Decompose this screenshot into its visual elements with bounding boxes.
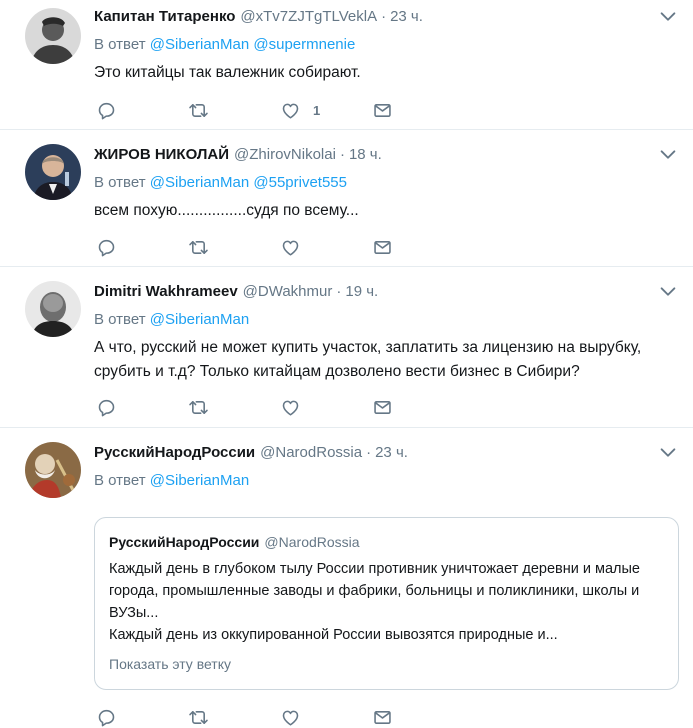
reply-button[interactable] — [96, 236, 188, 258]
retweet-icon — [188, 100, 209, 121]
reply-button[interactable] — [96, 99, 188, 121]
reply-button[interactable] — [96, 396, 188, 418]
tweet[interactable]: РусскийНародРоссии @NarodRossia · 23 ч. … — [0, 428, 693, 727]
retweet-icon — [188, 707, 209, 728]
tweet[interactable]: Капитан Титаренко @xTv7ZJTgTLVeklA · 23 … — [0, 0, 693, 130]
mention-link[interactable]: @SiberianMan — [150, 472, 249, 489]
chevron-down-icon[interactable] — [657, 146, 679, 164]
envelope-icon — [372, 237, 393, 258]
chevron-down-icon[interactable] — [657, 8, 679, 26]
mention-link[interactable]: @SiberianMan — [150, 36, 249, 53]
separator-dot: · — [336, 283, 342, 300]
timestamp[interactable]: 23 ч. — [390, 8, 423, 25]
reply-prefix: В ответ — [94, 36, 146, 53]
avatar[interactable] — [25, 281, 81, 337]
show-thread-link[interactable]: Показать эту ветку — [109, 656, 664, 672]
separator-dot: · — [366, 444, 372, 461]
like-button[interactable] — [280, 706, 372, 728]
separator-dot: · — [339, 146, 345, 163]
display-name[interactable]: РусскийНародРоссии — [94, 444, 255, 461]
dm-button[interactable] — [372, 236, 464, 258]
avatar[interactable] — [25, 442, 81, 498]
envelope-icon — [372, 707, 393, 728]
heart-icon — [280, 707, 301, 728]
tweet-text: всем похую................судя по всему.… — [94, 202, 359, 219]
chevron-down-icon[interactable] — [657, 444, 679, 462]
reply-icon — [96, 237, 117, 258]
retweet-button[interactable] — [188, 396, 280, 418]
reply-icon — [96, 397, 117, 418]
tweet-text: Это китайцы так валежник собирают. — [94, 64, 361, 81]
like-button[interactable] — [280, 396, 372, 418]
chevron-down-icon[interactable] — [657, 283, 679, 301]
tweet[interactable]: ЖИРОВ НИКОЛАЙ @ZhirovNikolai · 18 ч. В о… — [0, 130, 693, 267]
tweet-header: Dimitri Wakhrameev @DWakhmur · 19 ч. — [94, 283, 681, 303]
tweet-actions — [96, 706, 464, 728]
reply-button[interactable] — [96, 706, 188, 728]
like-button[interactable] — [280, 236, 372, 258]
like-count: 1 — [313, 102, 321, 118]
mention-link[interactable]: @SiberianMan — [150, 311, 249, 328]
separator-dot: · — [381, 8, 387, 25]
mention-link[interactable]: @supermnenie — [253, 36, 355, 53]
mention-link[interactable]: @55privet555 — [253, 174, 347, 191]
retweet-button[interactable] — [188, 236, 280, 258]
tweet-actions — [96, 396, 464, 418]
quoted-tweet[interactable]: РусскийНародРоссии @NarodRossia Каждый д… — [94, 517, 679, 690]
display-name[interactable]: Капитан Титаренко — [94, 8, 235, 25]
like-button[interactable]: 1 — [280, 99, 372, 121]
user-handle[interactable]: @xTv7ZJTgTLVeklA — [240, 8, 377, 25]
user-handle[interactable]: @ZhirovNikolai — [234, 146, 336, 163]
timestamp[interactable]: 19 ч. — [345, 283, 378, 300]
reply-prefix: В ответ — [94, 472, 146, 489]
timestamp[interactable]: 23 ч. — [375, 444, 408, 461]
quoted-text-paragraph: Каждый день в глубоком тылу России проти… — [109, 561, 640, 621]
timestamp[interactable]: 18 ч. — [349, 146, 382, 163]
heart-icon — [280, 100, 301, 121]
reply-context: В ответ @SiberianMan — [94, 311, 681, 328]
avatar[interactable] — [25, 8, 81, 64]
tweet-header: ЖИРОВ НИКОЛАЙ @ZhirovNikolai · 18 ч. — [94, 146, 681, 166]
reply-icon — [96, 707, 117, 728]
reply-icon — [96, 100, 117, 121]
quoted-user-handle[interactable]: @NarodRossia — [264, 534, 359, 550]
tweet-header: РусскийНародРоссии @NarodRossia · 23 ч. — [94, 444, 681, 464]
retweet-icon — [188, 397, 209, 418]
heart-icon — [280, 237, 301, 258]
reply-context: В ответ @SiberianMan @supermnenie — [94, 36, 681, 53]
reply-context: В ответ @SiberianMan — [94, 472, 681, 489]
heart-icon — [280, 397, 301, 418]
tweet-actions — [96, 236, 464, 258]
user-handle[interactable]: @DWakhmur — [243, 283, 333, 300]
quoted-text-paragraph: Каждый день из оккупированной России выв… — [109, 627, 558, 643]
user-handle[interactable]: @NarodRossia — [260, 444, 362, 461]
tweet-text: А что, русский не может купить участок, … — [94, 339, 642, 380]
dm-button[interactable] — [372, 396, 464, 418]
tweet-actions: 1 — [96, 99, 464, 121]
retweet-icon — [188, 237, 209, 258]
reply-prefix: В ответ — [94, 311, 146, 328]
retweet-button[interactable] — [188, 706, 280, 728]
reply-prefix: В ответ — [94, 174, 146, 191]
tweet-header: Капитан Титаренко @xTv7ZJTgTLVeklA · 23 … — [94, 8, 681, 28]
tweet[interactable]: Dimitri Wakhrameev @DWakhmur · 19 ч. В о… — [0, 267, 693, 428]
mention-link[interactable]: @SiberianMan — [150, 174, 249, 191]
quoted-tweet-text: Каждый день в глубоком тылу России проти… — [109, 558, 664, 646]
reply-context: В ответ @SiberianMan @55privet555 — [94, 174, 681, 191]
display-name[interactable]: Dimitri Wakhrameev — [94, 283, 238, 300]
dm-button[interactable] — [372, 99, 464, 121]
quoted-tweet-header: РусскийНародРоссии @NarodRossia — [109, 534, 664, 552]
envelope-icon — [372, 397, 393, 418]
quoted-display-name[interactable]: РусскийНародРоссии — [109, 534, 259, 550]
dm-button[interactable] — [372, 706, 464, 728]
avatar[interactable] — [25, 144, 81, 200]
display-name[interactable]: ЖИРОВ НИКОЛАЙ — [94, 146, 229, 163]
retweet-button[interactable] — [188, 99, 280, 121]
envelope-icon — [372, 100, 393, 121]
